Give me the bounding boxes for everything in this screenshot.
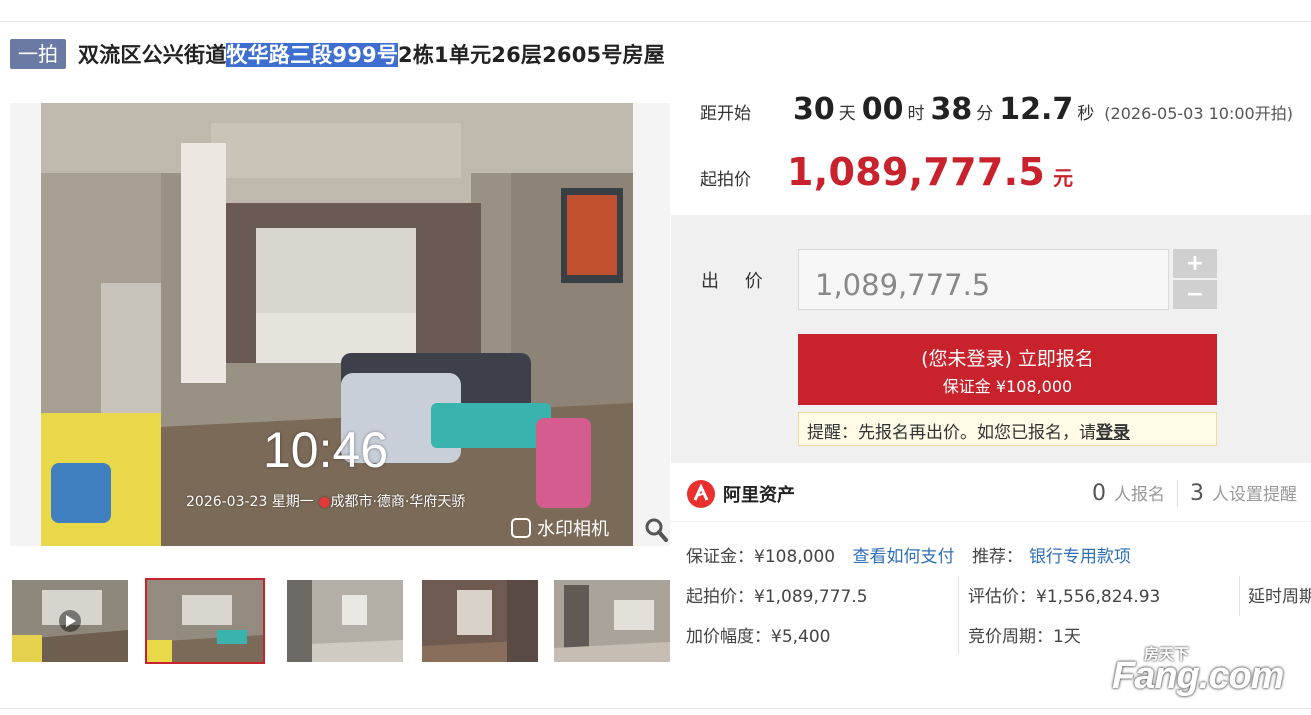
room-photo-illustration (41, 103, 633, 546)
detail-bid-increment: 加价幅度：¥5,400 (686, 627, 831, 647)
reminders-count: 3 (1190, 481, 1204, 506)
countdown-hours-unit: 时 (907, 104, 925, 124)
login-link[interactable]: 登录 (1096, 423, 1130, 443)
signup-button-label: (您未登录) 立即报名 (921, 348, 1094, 370)
photo-overlay-date: 2026-03-23 星期一 (186, 494, 314, 510)
photo-watermark-brand: 水印相机 (511, 515, 609, 541)
bid-amount-input[interactable] (798, 249, 1169, 310)
zoom-button[interactable] (641, 513, 671, 547)
signup-deposit-label: 保证金 ¥108,000 (942, 377, 1073, 396)
detail-divider-2 (1239, 576, 1240, 616)
deposit-info: 保证金：¥108,000 查看如何支付 推荐： 银行专用款项 (686, 542, 1131, 567)
signup-now-button[interactable]: (您未登录) 立即报名 保证金 ¥108,000 (798, 334, 1217, 405)
reminder-text: 提醒：先报名再出价。如您已报名，请 (807, 423, 1096, 443)
bottom-divider (0, 708, 1311, 709)
photo-overlay-meta: 2026-03-23 星期一 ●成都市·德商·华府天骄 (186, 491, 465, 511)
top-divider (0, 21, 1311, 22)
thumbnail-4-image (422, 580, 538, 662)
signups-label: 人报名 (1114, 485, 1165, 505)
ali-logo-mark (693, 483, 709, 501)
thumbnail-4[interactable] (420, 578, 540, 664)
detail-bid-cycle: 竞价周期：1天 (968, 627, 1081, 647)
deposit-text: 保证金：¥108,000 (686, 547, 836, 567)
thumbnail-2[interactable] (145, 578, 265, 664)
detail-start-price: 起拍价：¥1,089,777.5 (686, 587, 868, 607)
main-photo[interactable]: 10:46 2026-03-23 星期一 ●成都市·德商·华府天骄 水印相机 (41, 103, 633, 546)
photo-brand-label: 水印相机 (537, 519, 609, 540)
auction-round-badge: 一拍 (10, 39, 66, 69)
thumbnail-1[interactable] (10, 578, 130, 664)
countdown-row: 距开始 30 天 00 时 38 分 12.7 秒 (2026-05-03 10… (700, 92, 1293, 127)
login-reminder: 提醒：先报名再出价。如您已报名，请登录 (798, 412, 1217, 446)
countdown-days: 30 (793, 92, 835, 127)
photo-overlay-location: 成都市·德商·华府天骄 (330, 494, 466, 510)
detail-divider-1 (958, 576, 959, 654)
countdown-seconds: 12.7 (999, 92, 1074, 127)
watermark-brand-text: Fang.com (1112, 655, 1284, 697)
thumbnail-5[interactable] (552, 578, 672, 664)
ali-assets-logo-icon (687, 480, 715, 508)
countdown-days-unit: 天 (838, 104, 856, 124)
countdown-minutes-unit: 分 (976, 104, 994, 124)
bid-panel: 出 价 + − (您未登录) 立即报名 保证金 ¥108,000 提醒：先报名再… (671, 215, 1311, 463)
recommend-label: 推荐： (971, 547, 1023, 567)
countdown-minutes: 38 (930, 92, 973, 127)
thumbnail-2-image (147, 580, 263, 662)
title-highlight: 牧华路三段999号 (226, 43, 399, 67)
magnifier-icon (645, 518, 668, 542)
detail-delay-period: 延时周期 (1248, 587, 1311, 607)
fang-watermark: 房天下 Fang.com (1112, 645, 1302, 705)
location-pin-icon: ● (318, 494, 331, 510)
thumbnail-strip (10, 578, 670, 664)
start-price-label: 起拍价 (700, 170, 751, 190)
seller-org-row: 阿里资产 0 人报名 3 人设置提醒 (671, 466, 1311, 522)
signups-count: 0 (1092, 481, 1106, 506)
reminders-label: 人设置提醒 (1212, 485, 1297, 505)
title-suffix: 2栋1单元26层2605号房屋 (398, 43, 665, 67)
photo-overlay-time: 10:46 (263, 422, 389, 478)
start-time-note: (2026-05-03 10:00开拍) (1104, 104, 1293, 123)
listing-title-row: 一拍 双流区公兴街道牧华路三段999号2栋1单元26层2605号房屋 (10, 38, 665, 70)
increase-bid-button[interactable]: + (1173, 249, 1217, 278)
how-to-pay-link[interactable]: 查看如何支付 (853, 547, 955, 567)
decrease-bid-button[interactable]: − (1173, 280, 1217, 309)
detail-appraisal-price: 评估价：¥1,556,824.93 (968, 587, 1161, 607)
auction-stats: 0 人报名 3 人设置提醒 (1092, 480, 1297, 506)
thumbnail-1-image (12, 580, 128, 662)
thumbnail-3[interactable] (285, 578, 405, 664)
start-price-value: 1,089,777.5 (787, 150, 1046, 194)
thumbnail-5-image (554, 580, 670, 662)
thumbnail-3-image (287, 580, 403, 662)
seller-org-name: 阿里资产 (723, 485, 795, 506)
start-price-unit: 元 (1053, 166, 1074, 190)
title-prefix: 双流区公兴街道 (78, 43, 227, 67)
countdown-hours: 00 (861, 92, 904, 127)
bid-label: 出 价 (701, 271, 773, 292)
countdown-label: 距开始 (700, 104, 751, 124)
stats-divider (1177, 480, 1178, 506)
listing-title: 双流区公兴街道牧华路三段999号2栋1单元26层2605号房屋 (78, 39, 665, 69)
countdown-seconds-unit: 秒 (1077, 104, 1095, 124)
camera-icon (511, 518, 531, 538)
start-price-row: 起拍价 1,089,777.5 元 (700, 150, 1073, 194)
bank-account-link[interactable]: 银行专用款项 (1029, 547, 1131, 567)
